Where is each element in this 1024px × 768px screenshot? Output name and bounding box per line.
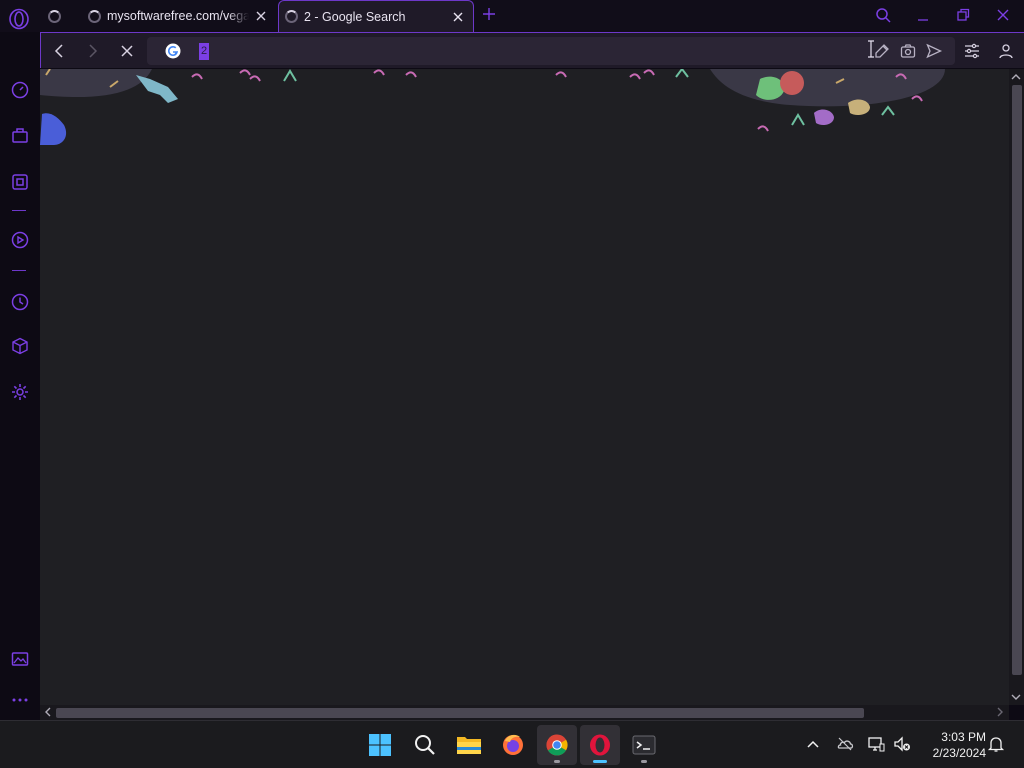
close-tab-icon[interactable] [451,10,465,24]
tab-mysoftwarefree[interactable]: mysoftwarefree.com/vegas [84,0,276,32]
scroll-right-icon[interactable] [995,707,1005,717]
onedrive-icon[interactable] [836,735,854,753]
tab-title: 2 - Google Search [304,9,406,24]
vertical-scroll-thumb[interactable] [1012,85,1022,675]
volume-muted-icon[interactable] [893,735,911,753]
more-icon[interactable] [10,690,30,710]
scroll-down-icon[interactable] [1011,692,1021,702]
history-icon[interactable] [10,292,30,312]
settings-icon[interactable] [10,382,30,402]
sidebar-divider [12,270,26,271]
active-indicator [593,760,607,763]
send-icon[interactable] [925,42,943,60]
show-hidden-icons-chevron-up-icon[interactable] [804,735,822,753]
loading-spinner-icon [48,9,61,23]
stop-loading-icon[interactable] [118,42,136,60]
speed-dial-icon[interactable] [10,80,30,100]
search-icon [415,735,435,755]
close-tab-icon[interactable] [254,9,268,23]
close-window-icon[interactable] [994,6,1012,24]
taskbar-search-button[interactable] [405,725,445,765]
terminal-button[interactable] [624,725,664,765]
screen: mysoftwarefree.com/vegas 2 - Google Sear… [0,0,1024,768]
opera-icon [590,734,610,756]
gallery-icon[interactable] [10,649,30,669]
player-icon[interactable] [10,230,30,250]
notification-bell-icon[interactable] [987,735,1005,753]
tab-google-search[interactable]: 2 - Google Search [278,0,474,32]
file-explorer-button[interactable] [449,725,489,765]
clock-date: 2/23/2024 [932,746,986,760]
extensions-icon[interactable] [10,172,30,192]
running-indicator [641,760,647,763]
clock[interactable]: 3:03 PM 2/23/2024 [916,729,986,761]
scroll-left-icon[interactable] [43,707,53,717]
windows-start-button[interactable] [360,725,400,765]
account-icon[interactable] [997,42,1015,60]
camera-snapshot-icon[interactable] [899,42,917,60]
horizontal-scrollbar[interactable] [40,705,1009,720]
taskbar: 3:03 PM 2/23/2024 [0,720,1024,768]
tab-title: mysoftwarefree.com/vegas [107,9,249,23]
vertical-scrollbar[interactable] [1009,69,1024,705]
loading-spinner-icon [285,10,298,23]
restore-icon[interactable] [954,6,972,24]
address-input[interactable]: 2 [199,43,210,60]
forward-icon[interactable] [83,42,101,60]
easy-setup-sliders-icon[interactable] [963,42,981,60]
firefox-icon [503,734,523,755]
page-viewport[interactable] [40,69,1009,705]
chrome-button[interactable] [537,725,577,765]
windows-start-icon [369,734,391,756]
back-icon[interactable] [51,42,69,60]
sidebar [0,32,40,718]
scroll-up-icon[interactable] [1011,72,1021,82]
sidebar-divider [12,210,26,211]
running-indicator [554,760,560,763]
box-icon[interactable] [10,336,30,356]
google-icon [165,43,181,59]
loading-spinner-icon [88,9,101,23]
navigation-bar: 2 [40,32,1024,68]
opera-logo-icon[interactable] [8,8,30,30]
file-explorer-icon [457,737,481,754]
network-icon[interactable] [867,735,885,753]
google-doodle-image [40,69,945,145]
tab-search-icon[interactable] [874,6,892,24]
chrome-icon [546,734,568,756]
tab-loading[interactable] [48,0,78,32]
horizontal-scroll-thumb[interactable] [56,708,864,718]
firefox-button[interactable] [493,725,533,765]
minimize-icon[interactable] [914,6,932,24]
tab-bar: mysoftwarefree.com/vegas 2 - Google Sear… [0,0,1024,32]
opera-button[interactable] [580,725,620,765]
clock-time: 3:03 PM [941,730,986,744]
terminal-icon [632,735,656,755]
new-tab-plus-icon[interactable] [481,6,497,22]
shopping-icon[interactable] [10,125,30,145]
easy-setup-edit-icon[interactable] [873,42,891,60]
address-bar[interactable]: 2 [147,37,955,65]
